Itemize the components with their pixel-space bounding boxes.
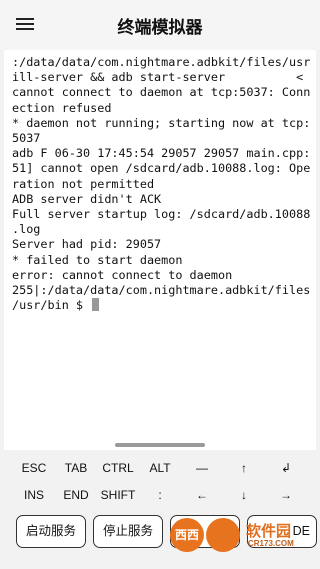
terminal-line: * daemon not running; starting now at tc…: [12, 115, 311, 130]
terminal-line: 5037: [12, 131, 41, 146]
terminal-line: adb F 06-30 17:45:54 29057 29057 main.cp…: [12, 146, 311, 161]
key-shift[interactable]: SHIFT: [100, 482, 136, 508]
terminal-line: Server had pid: 29057: [12, 237, 162, 252]
terminal-prompt: /usr/bin $: [12, 298, 91, 313]
key-dash[interactable]: —: [184, 455, 220, 481]
terminal-line: ill-server && adb start-server <: [12, 70, 304, 85]
key-ins[interactable]: INS: [16, 482, 52, 508]
stop-service-button[interactable]: 停止服务: [93, 515, 163, 548]
key-tab[interactable]: TAB: [58, 455, 94, 481]
key-esc[interactable]: ESC: [16, 455, 52, 481]
terminal-line: ration not permitted: [12, 176, 155, 191]
terminal-output[interactable]: :/data/data/com.nightmare.adbkit/files/u…: [4, 50, 316, 450]
scroll-handle[interactable]: [115, 443, 205, 447]
action-button-3[interactable]: [170, 515, 240, 548]
action-button-4[interactable]: DE: [247, 515, 317, 548]
terminal-line: cannot connect to daemon at tcp:5037: Co…: [12, 85, 311, 100]
terminal-line: ADB server didn't ACK: [12, 191, 162, 206]
key-enter-arrow-icon[interactable]: ↲: [268, 455, 304, 481]
action-buttons: 启动服务 停止服务 DE: [0, 515, 320, 555]
key-colon[interactable]: :: [142, 482, 178, 508]
key-alt[interactable]: ALT: [142, 455, 178, 481]
terminal-line: Full server startup log: /sdcard/adb.100…: [12, 207, 311, 222]
start-service-button[interactable]: 启动服务: [16, 515, 86, 548]
terminal-line: .log: [12, 222, 41, 237]
key-left-arrow-icon[interactable]: ←: [184, 482, 220, 508]
terminal-line: ection refused: [12, 100, 112, 115]
key-up-arrow-icon[interactable]: ↑: [226, 455, 262, 481]
key-ctrl[interactable]: CTRL: [100, 455, 136, 481]
terminal-line: error: cannot connect to daemon: [12, 267, 233, 282]
terminal-line: 255|:/data/data/com.nightmare.adbkit/fil…: [12, 283, 311, 298]
terminal-line: * failed to start daemon: [12, 252, 183, 267]
app-bar: 终端模拟器: [0, 0, 320, 50]
terminal-line: :/data/data/com.nightmare.adbkit/files/u…: [12, 55, 311, 69]
key-right-arrow-icon[interactable]: →: [268, 482, 304, 508]
terminal-prompt-line: /usr/bin $: [12, 298, 308, 313]
terminal-line: 51] cannot open /sdcard/adb.10088.log: O…: [12, 161, 311, 176]
app-title: 终端模拟器: [117, 18, 203, 37]
extra-keys-bar: ESC TAB CTRL ALT — ↑ ↲ INS END SHIFT : ←…: [0, 450, 320, 512]
key-down-arrow-icon[interactable]: ↓: [226, 482, 262, 508]
key-end[interactable]: END: [58, 482, 94, 508]
terminal-cursor: [92, 298, 100, 312]
